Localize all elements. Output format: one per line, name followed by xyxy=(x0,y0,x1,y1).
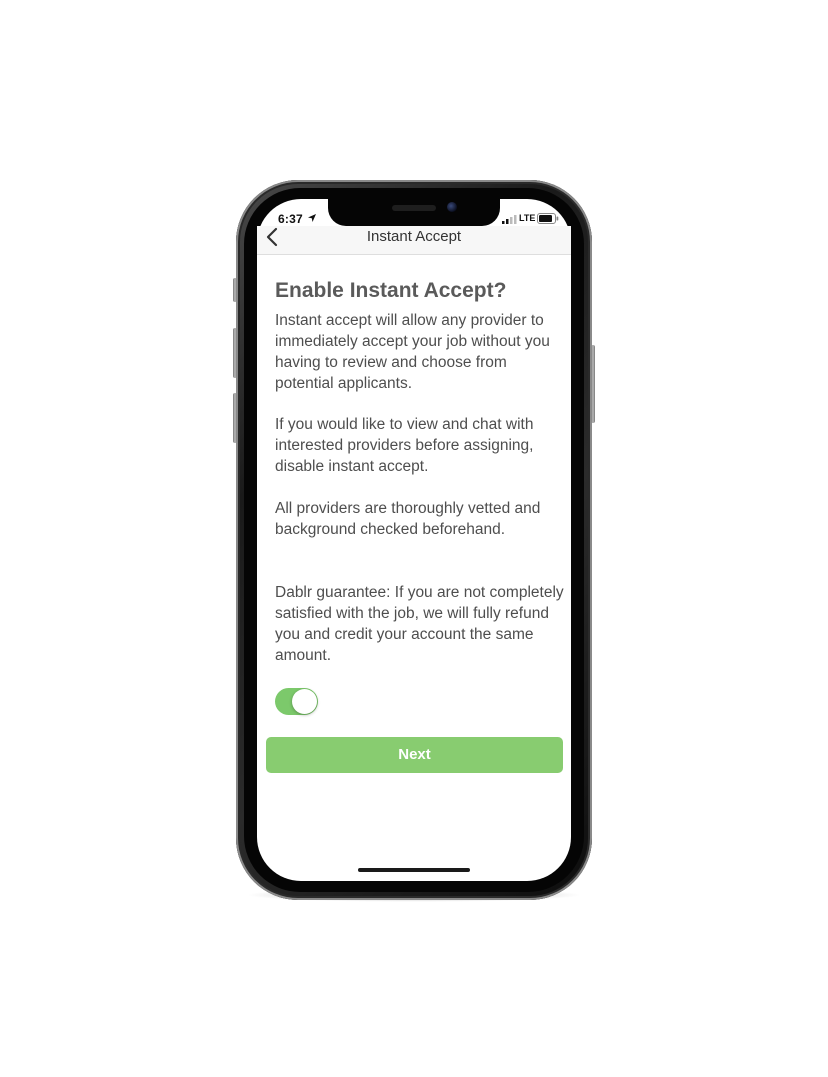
nav-title: Instant Accept xyxy=(366,228,462,245)
volume-down-button xyxy=(233,393,237,443)
description-paragraph: Instant accept will allow any provider t… xyxy=(275,312,550,392)
status-time: 6:37 xyxy=(278,212,303,226)
signal-bars-icon xyxy=(502,215,517,224)
location-arrow-icon xyxy=(308,214,316,222)
next-button[interactable]: Next xyxy=(266,737,563,773)
chevron-left-icon[interactable] xyxy=(265,227,279,247)
mute-switch xyxy=(233,278,237,302)
instant-accept-toggle[interactable] xyxy=(275,688,318,715)
toggle-knob xyxy=(292,689,317,714)
battery-icon xyxy=(537,213,559,224)
page: 6:37 LTE Instant Accept Enable Instant A… xyxy=(0,0,828,1077)
volume-up-button xyxy=(233,328,237,378)
vetting-paragraph: All providers are thoroughly vetted and … xyxy=(275,500,541,538)
front-camera xyxy=(447,202,457,212)
guarantee-paragraph: Dablr guarantee: If you are not complete… xyxy=(275,584,564,664)
earpiece-speaker xyxy=(392,205,436,211)
network-type: LTE xyxy=(519,213,536,223)
home-indicator[interactable] xyxy=(358,868,470,872)
notch xyxy=(328,198,500,226)
power-button xyxy=(591,345,595,423)
description-paragraph: If you would like to view and chat with … xyxy=(275,416,534,475)
page-heading: Enable Instant Accept? xyxy=(275,279,507,302)
